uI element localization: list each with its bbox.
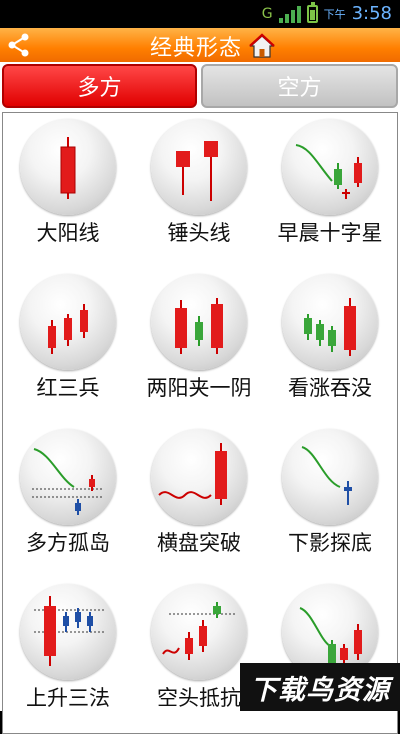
- tab-bullish[interactable]: 多方: [2, 64, 197, 108]
- battery-icon: [306, 1, 318, 23]
- pattern-thumbnail: [20, 119, 116, 215]
- pattern-label: 看涨吞没: [288, 376, 372, 400]
- pattern-thumbnail: [20, 429, 116, 525]
- pattern-label: 多方孤岛: [26, 531, 110, 555]
- pattern-thumbnail: [20, 584, 116, 680]
- pattern-thumbnail: [151, 274, 247, 370]
- tab-bar: 多方 空方: [0, 62, 400, 110]
- pattern-label: 横盘突破: [157, 531, 241, 555]
- pattern-item-three-red-soldiers[interactable]: 红三兵: [3, 268, 133, 418]
- pattern-label: 下影探底: [288, 531, 372, 555]
- status-ampm: 下午: [323, 7, 346, 21]
- pattern-thumbnail: [151, 584, 247, 680]
- pattern-item-lower-shadow-bottom[interactable]: 下影探底: [265, 423, 395, 573]
- status-time: 3:58: [351, 3, 392, 24]
- pattern-thumbnail: [282, 119, 378, 215]
- signal-icon: [278, 5, 301, 23]
- pattern-label: 红三兵: [36, 376, 100, 400]
- pattern-item-bullish-engulfing[interactable]: 看涨吞没: [265, 268, 395, 418]
- tab-bearish[interactable]: 空方: [201, 64, 398, 108]
- pattern-item-morning-doji-star[interactable]: 早晨十字星: [265, 113, 395, 263]
- pattern-list: 大阳线 锤头线 早晨十字星 红三兵 两阳夹一阴 看涨吞没 多方孤岛 横盘突破 下…: [0, 110, 400, 734]
- pattern-item-bullish-island[interactable]: 多方孤岛: [3, 423, 133, 573]
- pattern-label: 锤头线: [167, 221, 231, 245]
- pattern-panel: 大阳线 锤头线 早晨十字星 红三兵 两阳夹一阴 看涨吞没 多方孤岛 横盘突破 下…: [2, 112, 398, 734]
- pattern-item-sideways-breakout[interactable]: 横盘突破: [134, 423, 264, 573]
- pattern-thumbnail: [282, 274, 378, 370]
- pattern-item-rising-three-methods[interactable]: 上升三法: [3, 578, 133, 728]
- pattern-thumbnail: [20, 274, 116, 370]
- status-bar: G 下午 3:58: [0, 0, 400, 28]
- home-icon[interactable]: [248, 32, 276, 60]
- pattern-label: 上升三法: [26, 686, 110, 710]
- pattern-item-two-yang-one-yin[interactable]: 两阳夹一阴: [134, 268, 264, 418]
- pattern-label: 早晨十字星: [277, 221, 383, 245]
- page-title: 经典形态: [150, 36, 243, 61]
- watermark-logo: 下载鸟资源: [240, 663, 400, 711]
- pattern-thumbnail: [282, 429, 378, 525]
- pattern-label: 两阳夹一阴: [146, 376, 252, 400]
- pattern-item-big-yang[interactable]: 大阳线: [3, 113, 133, 263]
- title-bar: 经典形态: [0, 28, 400, 63]
- share-icon[interactable]: [6, 32, 32, 58]
- pattern-thumbnail: [151, 119, 247, 215]
- pattern-item-hammer[interactable]: 锤头线: [134, 113, 264, 263]
- pattern-thumbnail: [151, 429, 247, 525]
- network-type-icon: G: [261, 5, 273, 22]
- pattern-label: 大阳线: [36, 221, 100, 245]
